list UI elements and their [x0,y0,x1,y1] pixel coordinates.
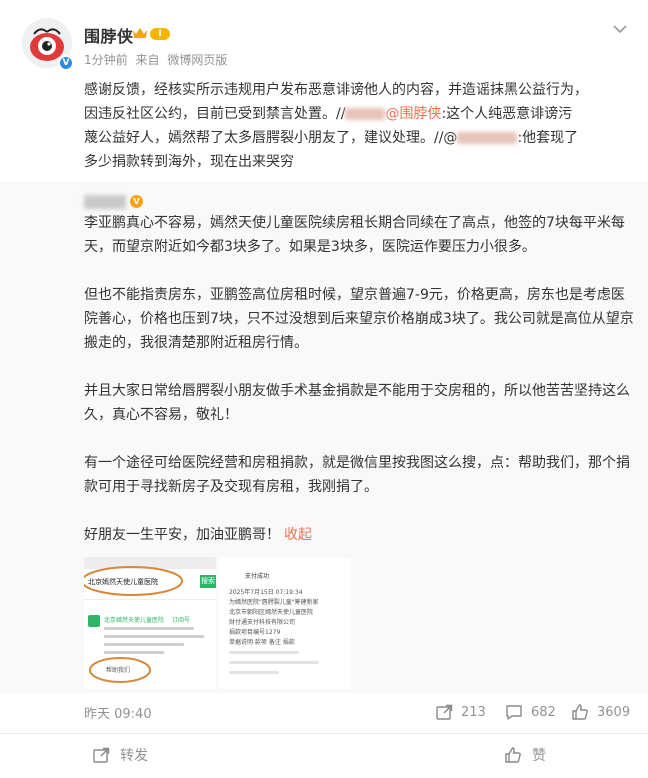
like-count-button[interactable]: 3609 [571,701,630,723]
post-text-line: 因违反社区公约，目前已受到禁言处置。// [84,106,346,122]
like-count: 3609 [597,704,631,720]
level-badge: I [150,28,170,40]
repost-paragraph: 有一个途径可给医院经营和房租捐款，就是微信里按我图这么搜，点：帮助我们，那个捐款… [84,455,630,495]
repost-paragraph: 但也不能指责房东，亚鹏签高位房租时候，望京普遍7-9元，价格更高，房东也是考虑医… [84,287,634,351]
post-text-line: :这个人纯恶意诽谤污 [441,106,573,122]
thumbs-up-icon [505,747,521,763]
account-name: 北京嫣然天使儿童医院 [104,617,165,624]
chevron-down-icon[interactable] [612,24,628,34]
receipt-line: 单据说明 款项 备注 捐款 [229,639,295,646]
thumbs-up-icon [572,704,588,720]
receipt-line: 为嫣然医院"唇腭裂儿童"筹建新家 [229,599,319,606]
image-thumbnail-payment-receipt[interactable]: 支付成功 2025年7月15日 07:19:34 为嫣然医院"唇腭裂儿童"筹建新… [219,557,351,689]
verified-v-badge-icon: V [58,55,74,71]
receipt-line: 财付通支付科技有限公司 [229,619,296,626]
forward-count-button[interactable]: 213 [435,701,486,723]
account-logo-icon [88,615,100,627]
like-label: 赞 [532,748,546,764]
forward-button[interactable]: 转发 [92,744,148,766]
blurred-username [345,108,386,120]
source-prefix: 来自 [135,53,160,67]
like-button[interactable]: 赞 [504,744,546,766]
author-name[interactable]: 围脖侠 [84,23,134,47]
post-text-line: 蔑公益好人，嫣然帮了太多唇腭裂小朋友了，建议处理。//@ [84,130,458,146]
verified-orange-icon: V [130,195,143,208]
image-thumbnail-wechat-search[interactable]: 北京嫣然天使儿童医院 搜索 北京嫣然天使儿童医院 订阅号 帮助我们 [84,557,216,689]
help-us-text: 帮助我们 [106,667,131,674]
forward-count: 213 [461,704,486,720]
post-text-line: :他套现了 [517,130,579,146]
post-text-line: 感谢反馈，经核实所示违规用户发布恶意诽谤他人的内容，并造谣抹黑公益行为， [84,82,588,98]
repost-paragraph: 并且大家日常给唇腭裂小朋友做手术基金捐款是不能用于交房租的，所以他苦苦坚持这么久… [84,383,630,423]
post-footer: 昨天 09:40 213 682 3609 [0,693,648,733]
repost-paragraph: 好朋友一生平安，加油亚鹏哥！ [84,527,280,543]
comment-count: 682 [531,704,556,720]
post-timestamp: 昨天 09:40 [84,707,152,722]
crown-icon [133,28,147,38]
blurred-author-name [84,194,126,209]
forward-label: 转发 [120,748,148,764]
divider [0,733,648,734]
receipt-line: 2025年7月15日 07:19:34 [229,589,303,596]
comment-icon [506,705,522,720]
comment-count-button[interactable]: 682 [505,701,556,723]
mention-link[interactable]: @围脖侠 [385,106,441,122]
receipt-title: 支付成功 [245,573,270,580]
receipt-line: 北京市朝阳区嫣然天使儿童医院 [229,609,314,616]
forward-icon [93,747,110,763]
repost-paragraph: 李亚鹏真心不容易，嫣然天使儿童医院续房租长期合同续在了高点，他签的7块每平米每天… [84,215,625,255]
collapse-link[interactable]: 收起 [284,527,312,543]
post-text-line: 多少捐款转到海外，现在出来哭穷 [84,154,294,170]
post-header: V 围脖侠 I 1分钟前 来自 微博网页版 [0,0,648,72]
post-meta: 1分钟前 来自 微博网页版 [84,51,231,68]
repost-author[interactable]: V [84,191,143,209]
repost-text: 李亚鹏真心不容易，嫣然天使儿童医院续房租长期合同续在了高点，他签的7块每平米每天… [84,211,636,547]
forward-icon [436,704,453,720]
blurred-username [457,132,518,144]
post-source: 微博网页版 [167,53,228,67]
reposted-content: V 李亚鹏真心不容易，嫣然天使儿童医院续房租长期合同续在了高点，他签的7块每平米… [0,181,648,693]
repost-paragraph-last: 好朋友一生平安，加油亚鹏哥！ 收起 [84,523,636,547]
post-text: 感谢反馈，经核实所示违规用户发布恶意诽谤他人的内容，并造谣抹黑公益行为， 因违反… [84,78,636,174]
receipt-line: 捐款项目编号1279 [229,629,281,636]
post-time[interactable]: 1分钟前 [84,53,128,67]
account-suffix: 订阅号 [172,617,191,624]
